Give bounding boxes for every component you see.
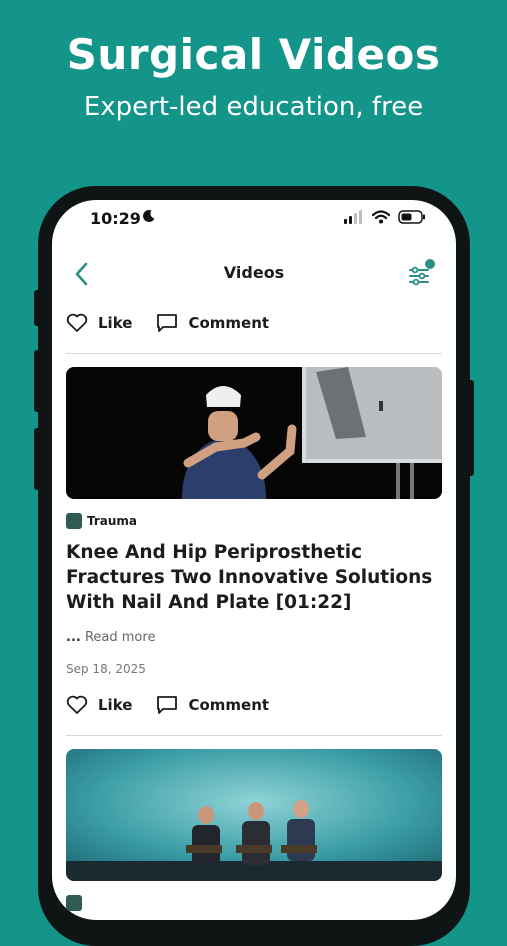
read-more-label: Read more xyxy=(84,630,156,645)
post-actions: Like Comment xyxy=(66,695,293,715)
sliders-icon[interactable] xyxy=(406,258,436,288)
post-date: Sep 18, 2025 xyxy=(66,662,146,676)
category-icon xyxy=(66,513,82,529)
read-more-ellipsis: ... xyxy=(66,630,81,645)
phone-side-button xyxy=(34,290,40,326)
divider xyxy=(66,353,442,354)
like-button[interactable]: Like xyxy=(66,695,132,715)
comment-icon xyxy=(157,696,178,714)
promo-subtitle: Expert-led education, free xyxy=(83,92,424,122)
category-tag: Trauma xyxy=(66,513,137,529)
category-label: Trauma xyxy=(87,514,138,528)
video-thumbnail-image xyxy=(66,367,442,499)
heart-icon xyxy=(66,695,88,714)
comment-icon xyxy=(157,314,178,332)
divider xyxy=(66,735,442,736)
category-icon xyxy=(66,895,82,911)
phone-power-button xyxy=(468,380,474,476)
category-tag xyxy=(66,895,87,911)
post-actions: Like Comment xyxy=(66,313,293,333)
moon-icon xyxy=(143,209,155,222)
post-title[interactable]: Knee And Hip Periprosthetic Fractures Tw… xyxy=(66,540,446,615)
phone-volume-up xyxy=(34,350,40,412)
video-thumbnail[interactable] xyxy=(66,367,442,499)
status-time: 10:29 xyxy=(90,209,141,228)
video-thumbnail[interactable] xyxy=(66,749,442,881)
page-title: Videos xyxy=(223,263,285,282)
comment-label: Comment xyxy=(188,696,270,714)
promo-title: Surgical Videos xyxy=(66,30,441,79)
wifi-icon xyxy=(372,210,390,224)
status-icons xyxy=(344,210,426,224)
comment-button[interactable]: Comment xyxy=(156,313,269,333)
read-more-link[interactable]: ... Read more xyxy=(66,630,155,645)
battery-icon xyxy=(398,210,425,224)
like-label: Like xyxy=(98,314,133,332)
comment-button[interactable]: Comment xyxy=(156,695,269,715)
app-screen: 10:29 Videos Like Comment Trauma Knee An… xyxy=(52,200,456,920)
cellular-signal-icon xyxy=(344,210,362,224)
like-label: Like xyxy=(98,696,133,714)
like-button[interactable]: Like xyxy=(66,313,132,333)
heart-icon xyxy=(66,313,88,332)
phone-volume-down xyxy=(34,428,40,490)
comment-label: Comment xyxy=(188,314,270,332)
video-thumbnail-image xyxy=(66,749,442,881)
